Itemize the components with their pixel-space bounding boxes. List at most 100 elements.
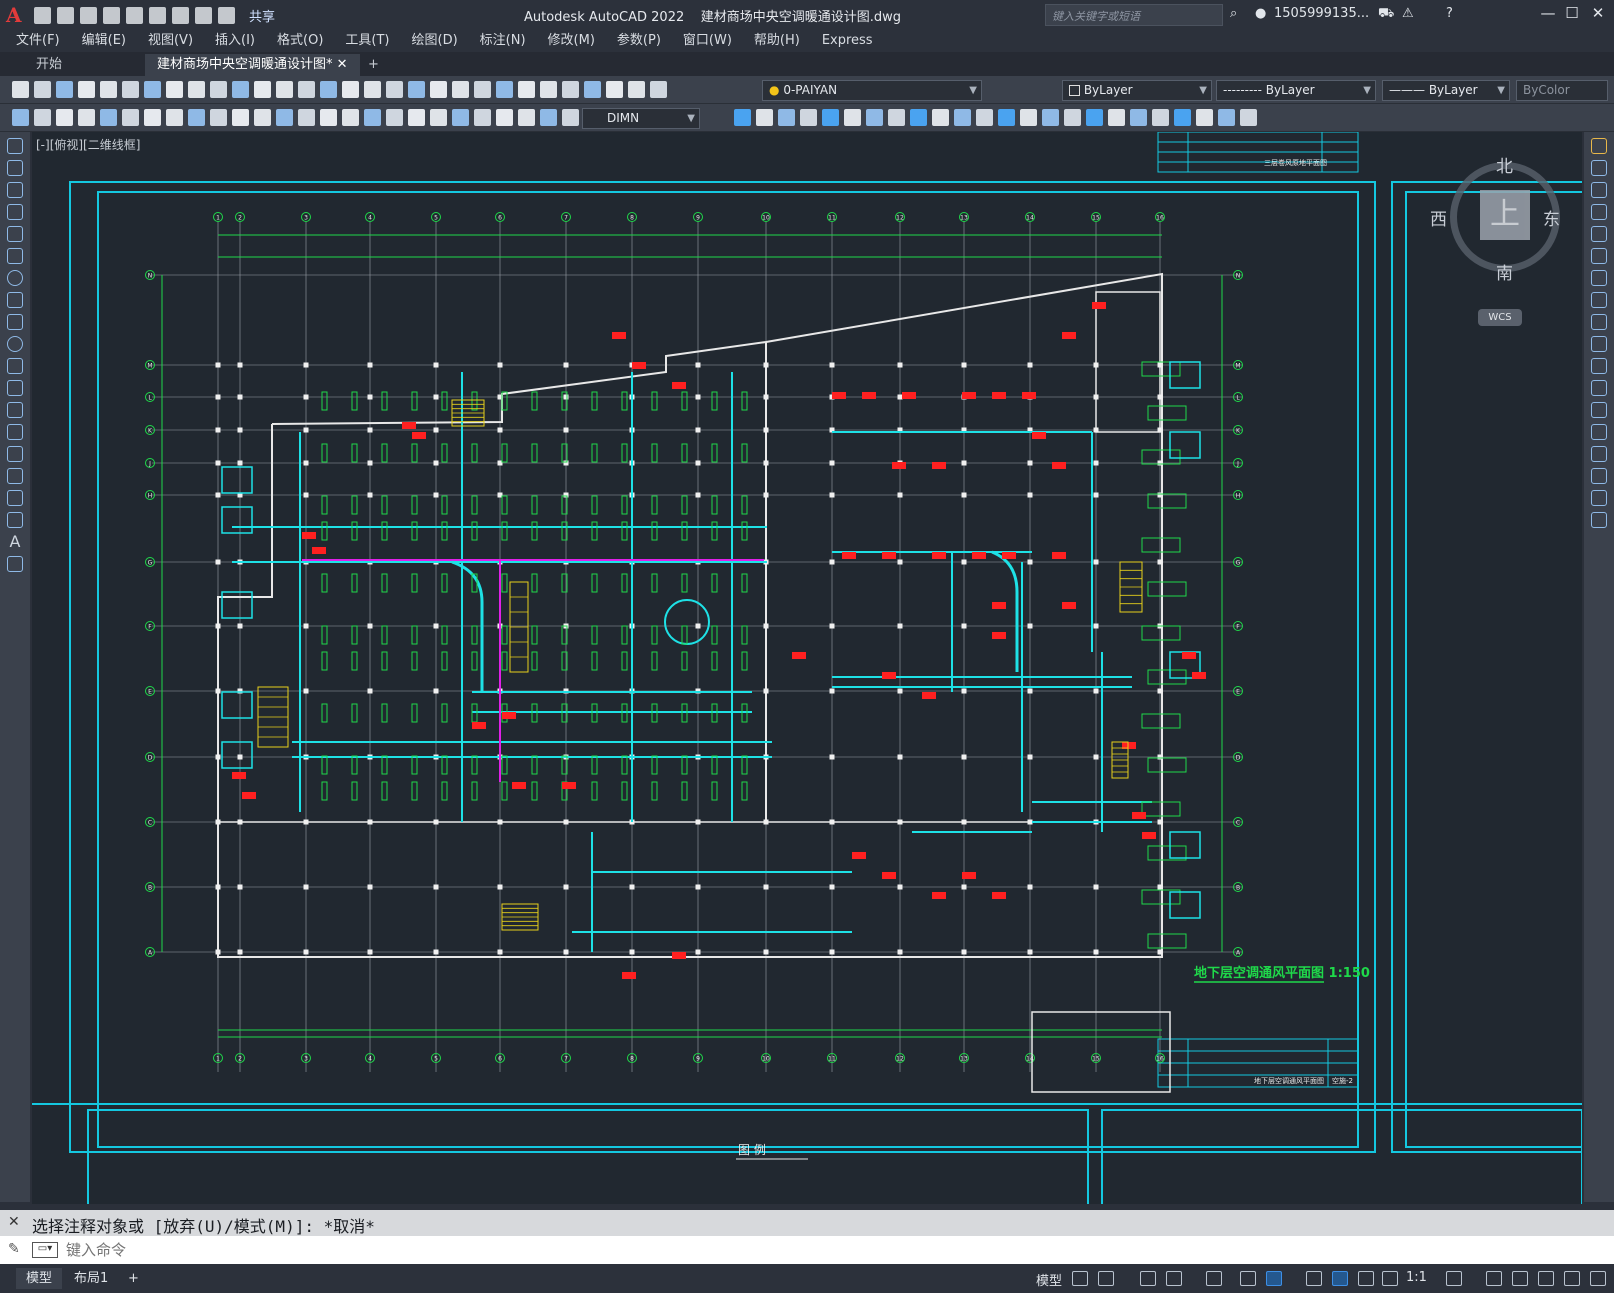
- triangle-network-icon[interactable]: ⚠: [1402, 6, 1414, 21]
- tab-active-drawing[interactable]: 建材商场中央空调暖通设计图* ✕: [145, 54, 360, 76]
- search-input[interactable]: 键入关键字或短语: [1045, 4, 1223, 26]
- standard-tool-icon-29[interactable]: [628, 81, 645, 98]
- modify-tool-icon-21[interactable]: [1174, 109, 1191, 126]
- dimension-tool-icon-5[interactable]: [100, 109, 117, 126]
- grid-icon[interactable]: [1072, 1271, 1088, 1286]
- ellipse-icon[interactable]: [7, 336, 23, 352]
- offset-icon[interactable]: [1591, 204, 1607, 220]
- table-icon[interactable]: [7, 512, 23, 528]
- trim-icon[interactable]: [1591, 336, 1607, 352]
- annotation-visibility-icon[interactable]: [1332, 1271, 1348, 1286]
- compass-south[interactable]: 南: [1496, 259, 1513, 284]
- share-button[interactable]: 共享: [249, 6, 275, 25]
- array-icon[interactable]: [1591, 226, 1607, 242]
- standard-tool-icon-3[interactable]: [56, 81, 73, 98]
- multiline-text-icon[interactable]: A: [7, 534, 23, 550]
- break-icon[interactable]: [1591, 402, 1607, 418]
- standard-tool-icon-26[interactable]: [562, 81, 579, 98]
- modify-tool-icon-14[interactable]: [1020, 109, 1037, 126]
- compass-north[interactable]: 北: [1496, 152, 1513, 177]
- dimension-tool-icon-11[interactable]: [232, 109, 249, 126]
- dimension-tool-icon-3[interactable]: [56, 109, 73, 126]
- undo-icon[interactable]: [195, 6, 212, 24]
- command-input[interactable]: [66, 1239, 1606, 1261]
- modify-tool-icon-6[interactable]: [844, 109, 861, 126]
- workspace-gear-icon[interactable]: [1446, 1271, 1462, 1286]
- menu-format[interactable]: 格式(O): [277, 30, 323, 52]
- menu-help[interactable]: 帮助(H): [754, 30, 800, 52]
- rotate-icon[interactable]: [1591, 270, 1607, 286]
- standard-tool-icon-10[interactable]: [210, 81, 227, 98]
- standard-tool-icon-15[interactable]: [320, 81, 337, 98]
- customization-menu-icon[interactable]: [1590, 1271, 1606, 1286]
- gradient-icon[interactable]: [7, 468, 23, 484]
- menu-file[interactable]: 文件(F): [16, 30, 60, 52]
- menu-parametric[interactable]: 参数(P): [617, 30, 661, 52]
- tab-layout1[interactable]: 布局1: [64, 1268, 118, 1289]
- open-web-icon[interactable]: [126, 6, 143, 24]
- dimension-tool-icon-6[interactable]: [122, 109, 139, 126]
- modify-tool-icon-11[interactable]: [954, 109, 971, 126]
- modify-tool-icon-20[interactable]: [1152, 109, 1169, 126]
- menu-insert[interactable]: 插入(I): [215, 30, 255, 52]
- standard-tool-icon-7[interactable]: [144, 81, 161, 98]
- standard-tool-icon-2[interactable]: [34, 81, 51, 98]
- modify-tool-icon-23[interactable]: [1218, 109, 1235, 126]
- dimension-tool-icon-25[interactable]: [540, 109, 557, 126]
- menu-draw[interactable]: 绘图(D): [412, 30, 458, 52]
- maximize-icon[interactable]: ☐: [1560, 4, 1584, 26]
- save-web-icon[interactable]: [149, 6, 166, 24]
- menu-view[interactable]: 视图(V): [148, 30, 193, 52]
- polygon-icon[interactable]: [7, 204, 23, 220]
- stretch-icon[interactable]: [1591, 314, 1607, 330]
- dimension-tool-icon-24[interactable]: [518, 109, 535, 126]
- dimension-tool-icon-9[interactable]: [188, 109, 205, 126]
- circle-icon[interactable]: [7, 270, 23, 286]
- standard-tool-icon-19[interactable]: [408, 81, 425, 98]
- modify-tool-icon-18[interactable]: [1108, 109, 1125, 126]
- search-icon[interactable]: ⌕: [1230, 6, 1237, 21]
- dimension-tool-icon-18[interactable]: [386, 109, 403, 126]
- user-name[interactable]: 1505999135...: [1274, 6, 1369, 21]
- close-icon[interactable]: ✕: [1586, 4, 1610, 26]
- standard-tool-icon-25[interactable]: [540, 81, 557, 98]
- save-as-icon[interactable]: [103, 6, 120, 24]
- ortho-icon[interactable]: [1140, 1271, 1156, 1286]
- extend-icon[interactable]: [1591, 358, 1607, 374]
- arc-icon[interactable]: [7, 248, 23, 264]
- modify-tool-icon-1[interactable]: [734, 109, 751, 126]
- standard-tool-icon-17[interactable]: [364, 81, 381, 98]
- dimension-tool-icon-4[interactable]: [78, 109, 95, 126]
- customize-wrench-icon[interactable]: ✎: [8, 1241, 20, 1257]
- modify-tool-icon-12[interactable]: [976, 109, 993, 126]
- menu-express[interactable]: Express: [822, 30, 873, 52]
- dimension-tool-icon-1[interactable]: [12, 109, 29, 126]
- standard-tool-icon-20[interactable]: [430, 81, 447, 98]
- standard-tool-icon-30[interactable]: [650, 81, 667, 98]
- modify-tool-icon-10[interactable]: [932, 109, 949, 126]
- dimstyle-dropdown[interactable]: DIMN ▼: [582, 108, 700, 129]
- modify-tool-icon-16[interactable]: [1064, 109, 1081, 126]
- plotstyle-dropdown[interactable]: ByColor: [1516, 80, 1608, 101]
- line-icon[interactable]: [7, 138, 23, 154]
- modify-tool-icon-5[interactable]: [822, 109, 839, 126]
- construction-line-icon[interactable]: [7, 160, 23, 176]
- dimension-tool-icon-20[interactable]: [430, 109, 447, 126]
- region-icon[interactable]: [7, 490, 23, 506]
- object-snap-tracking-icon[interactable]: [1240, 1271, 1256, 1286]
- snap-icon[interactable]: [1098, 1271, 1114, 1286]
- standard-tool-icon-9[interactable]: [188, 81, 205, 98]
- make-block-icon[interactable]: [7, 402, 23, 418]
- viewcube[interactable]: 上 北 南 东 西 WCS: [1430, 152, 1570, 326]
- erase-icon[interactable]: [1591, 138, 1607, 154]
- standard-tool-icon-22[interactable]: [474, 81, 491, 98]
- standard-tool-icon-4[interactable]: [78, 81, 95, 98]
- annotation-scale-value[interactable]: 1:1: [1406, 1270, 1427, 1285]
- model-space-toggle[interactable]: 模型: [1036, 1270, 1062, 1289]
- wcs-menu-button[interactable]: WCS: [1478, 309, 1522, 326]
- menu-window[interactable]: 窗口(W): [683, 30, 732, 52]
- modify-tool-icon-19[interactable]: [1130, 109, 1147, 126]
- help-icon[interactable]: ?: [1446, 6, 1453, 21]
- add-selected-icon[interactable]: [7, 556, 23, 572]
- modify-tool-icon-4[interactable]: [800, 109, 817, 126]
